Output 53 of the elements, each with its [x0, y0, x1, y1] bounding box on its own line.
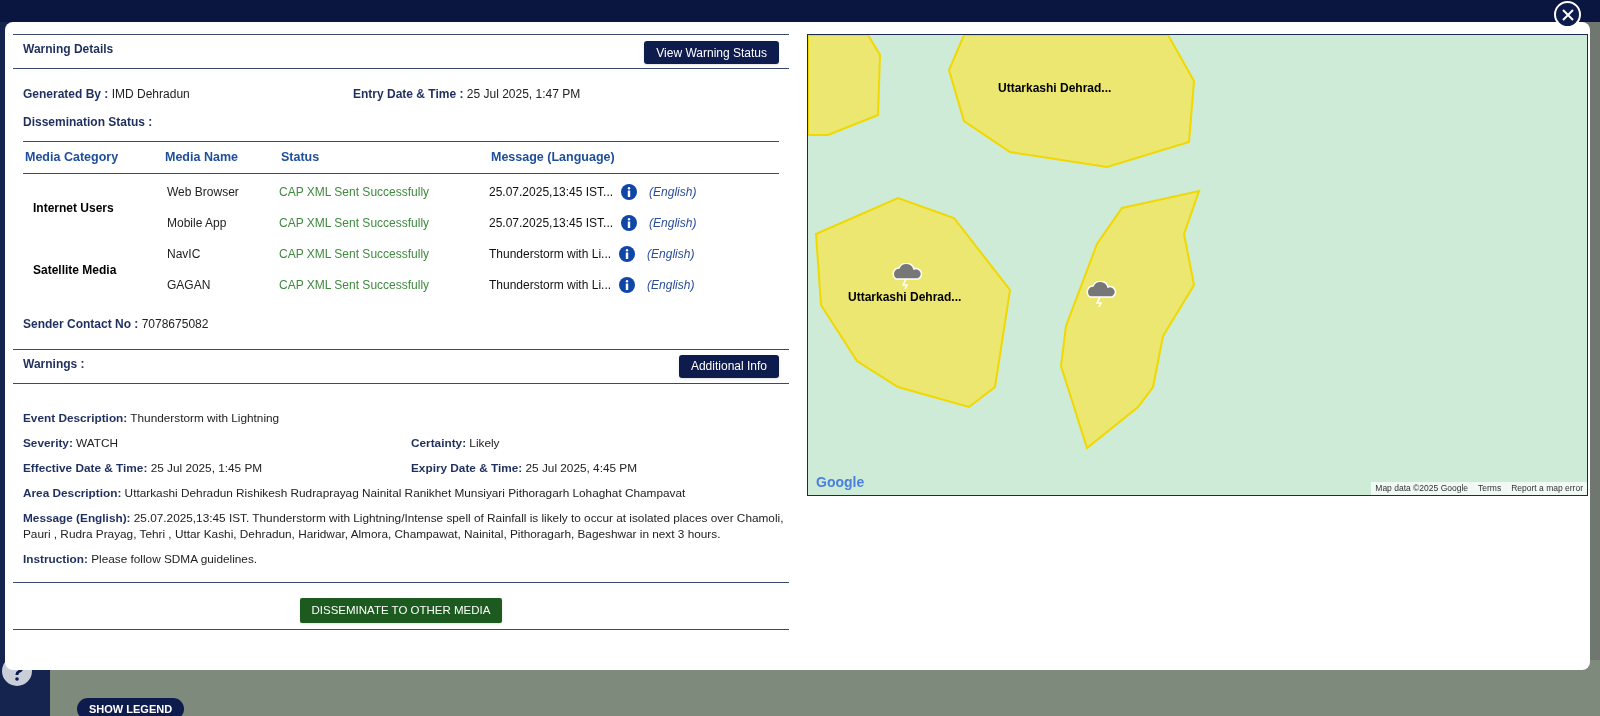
field-text: Instruction: Please follow SDMA guidelines. [23, 550, 259, 567]
field-text: Effective Date & Time: 25 Jul 2025, 1:45 PM [23, 459, 264, 476]
table-cell-text: Mobile App [166, 215, 228, 233]
language-text: (English) [647, 277, 695, 295]
map-attribution[interactable]: Map data ©2025 Google [1375, 482, 1469, 495]
table-cell-text: CAP XML Sent Successfully [279, 277, 431, 295]
info-icon[interactable] [619, 277, 636, 294]
area-label: Uttarkashi Dehrad... [998, 80, 1112, 97]
table-cell-text: Thunderstorm with Li... [489, 277, 612, 295]
map[interactable]: Uttarkashi Dehrad... Uttarkashi Dehrad... Google Map data ©2025 Google Terms Report a map error [807, 34, 1588, 496]
field-text: Expiry Date & Time: 25 Jul 2025, 4:45 PM [411, 459, 639, 476]
field-text: Entry Date & Time : 25 Jul 2025, 1:47 PM [353, 86, 581, 103]
table-cell-text: GAGAN [166, 277, 212, 295]
disseminate-button[interactable]: DISSEMINATE TO OTHER MEDIA [299, 597, 503, 623]
table-cell-text: NavIC [166, 246, 202, 264]
info-icon[interactable] [621, 184, 638, 201]
map-logo: Google [816, 473, 865, 492]
info-icon[interactable] [621, 215, 638, 232]
view-warning-status-button[interactable]: View Warning Status [644, 41, 779, 64]
section-title: Warnings : [23, 355, 85, 373]
language-text: (English) [649, 215, 697, 233]
field-text: Severity: WATCH [23, 434, 120, 451]
table-cell-text: Satellite Media [33, 261, 117, 279]
section-title: Warning Details [23, 41, 114, 58]
field-text: Certainty: Likely [411, 434, 501, 451]
storm-cloud-icon [1084, 281, 1118, 307]
column-header: Message (Language) [491, 149, 616, 166]
field-label: Dissemination Status : [22, 114, 154, 131]
table-cell-text: CAP XML Sent Successfully [279, 246, 431, 264]
table-cell-text: Web Browser [166, 184, 240, 202]
area-label: Uttarkashi Dehrad... [848, 289, 962, 306]
map-attribution[interactable]: Report a map error [1511, 482, 1583, 495]
table-cell-text: 25.07.2025,13:45 IST... [489, 184, 614, 202]
field-text: Message (English): 25.07.2025,13:45 IST. Thunderstorm with Lightning/Intense spell of Rainfall is likely to occur at isolated places over Chamoli, Pauri , Rudra Prayag, Tehri , Uttar Kashi, Dehradun, Haridwar, Almora, Champawat, Nainital, Pithoragarh, Bageshwar in next 3 hours. [23, 509, 785, 542]
language-text: (English) [649, 184, 697, 202]
show-legend-button[interactable]: SHOW LEGEND [77, 698, 185, 716]
language-text: (English) [647, 246, 695, 264]
field-text: Event Description: Thunderstorm with Lightning [23, 409, 281, 426]
field-text: Area Description: Uttarkashi Dehradun Rishikesh Rudraprayag Nainital Ranikhet Munsiyari Pithoragarh Lohaghat Champavat [23, 484, 687, 501]
column-header: Media Category [25, 149, 120, 166]
table-cell-text: Thunderstorm with Li... [489, 246, 612, 264]
table-cell-text: Internet Users [33, 199, 114, 217]
table-cell-text: CAP XML Sent Successfully [279, 215, 431, 233]
map-attribution[interactable]: Terms [1478, 482, 1502, 495]
field-text: Sender Contact No : 7078675082 [22, 315, 210, 333]
column-header: Status [281, 149, 321, 166]
additional-info-button[interactable]: Additional Info [678, 354, 779, 378]
info-icon[interactable] [619, 246, 636, 263]
field-text: Generated By : IMD Dehradun [23, 86, 191, 103]
table-cell-text: 25.07.2025,13:45 IST... [489, 215, 614, 233]
column-header: Media Name [165, 149, 239, 166]
storm-cloud-icon [890, 263, 924, 289]
table-cell-text: CAP XML Sent Successfully [279, 184, 431, 202]
